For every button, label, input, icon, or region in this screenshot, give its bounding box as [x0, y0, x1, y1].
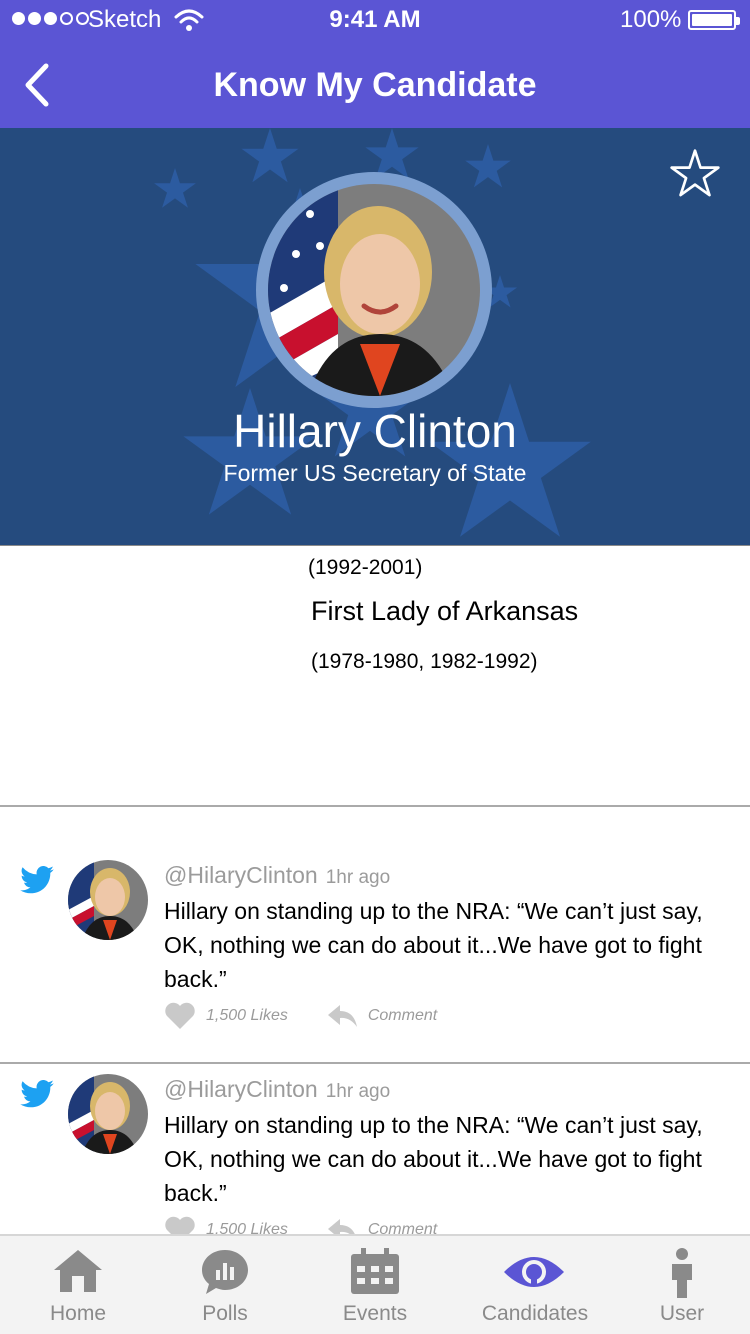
- eye-icon: [504, 1257, 564, 1287]
- twitter-icon: [20, 866, 54, 894]
- tab-label: Candidates: [481, 1302, 589, 1325]
- candidate-avatar: [256, 172, 492, 408]
- like-count: 1,500 Likes: [206, 1221, 288, 1234]
- like-button[interactable]: 1,500 Likes: [164, 1216, 288, 1234]
- comment-button[interactable]: Comment: [326, 1003, 437, 1029]
- twitter-icon: [20, 1080, 54, 1108]
- tab-home[interactable]: Home: [0, 1236, 156, 1334]
- like-count: 1,500 Likes: [206, 1007, 288, 1024]
- heart-icon: [165, 1216, 195, 1234]
- candidate-hero: Hillary Clinton Former US Secretary of S…: [0, 128, 750, 546]
- tab-candidates[interactable]: Candidates: [456, 1236, 614, 1334]
- top-bar: Sketch 9:41 AM 100% Know My Candidate: [0, 0, 750, 128]
- comment-label: Comment: [367, 1221, 438, 1234]
- reply-icon: [327, 1005, 357, 1027]
- tweet-text: Hillary on standing up to the NRA: “We c…: [164, 1112, 703, 1206]
- tweet-avatar[interactable]: [68, 860, 148, 940]
- tab-polls[interactable]: Polls: [156, 1236, 294, 1334]
- career-position: First Lady of Arkansas: [311, 596, 579, 626]
- polls-icon: [202, 1250, 248, 1294]
- career-years: (1992-2001): [308, 556, 423, 579]
- candidate-role: Former US Secretary of State: [223, 460, 527, 486]
- tab-label: Home: [49, 1302, 107, 1325]
- tweet-time: 1hr ago: [325, 1081, 391, 1102]
- comment-button[interactable]: Comment: [326, 1217, 437, 1234]
- heart-icon: [165, 1002, 195, 1029]
- tab-events[interactable]: Events: [294, 1236, 456, 1334]
- tweet-text: Hillary on standing up to the NRA: “We c…: [164, 898, 703, 992]
- tweet-time: 1hr ago: [325, 867, 391, 888]
- tweet-avatar[interactable]: [68, 1074, 148, 1154]
- status-bar: Sketch 9:41 AM 100%: [0, 0, 750, 40]
- tab-label: User: [659, 1302, 705, 1325]
- tab-label: Events: [342, 1302, 408, 1325]
- candidate-name: Hillary Clinton: [233, 405, 517, 457]
- user-icon: [672, 1248, 692, 1298]
- battery-percent: 100%: [620, 6, 682, 33]
- like-button[interactable]: 1,500 Likes: [164, 1002, 288, 1030]
- tweet-handle[interactable]: @HilaryClinton: [164, 1076, 318, 1102]
- calendar-icon: [351, 1248, 399, 1294]
- portrait-image: [268, 184, 480, 396]
- page-title: Know My Candidate: [213, 66, 537, 104]
- tweet-item: @HilaryClinton 1hr ago Hillary on standin…: [0, 1064, 750, 1234]
- tweet-handle[interactable]: @HilaryClinton: [164, 862, 318, 888]
- tab-user[interactable]: User: [614, 1236, 750, 1334]
- tweet-item: @HilaryClinton 1hr ago Hillary on standin…: [0, 850, 750, 1064]
- home-icon: [54, 1250, 102, 1292]
- battery-icon: [688, 10, 740, 30]
- comment-label: Comment: [367, 1007, 438, 1024]
- tab-bar: Home Polls Events Candidates User: [0, 1234, 750, 1334]
- reply-icon: [327, 1219, 355, 1234]
- tab-label: Polls: [202, 1302, 248, 1325]
- career-section: (1992-2001) First Lady of Arkansas (1978…: [0, 546, 750, 807]
- career-years: (1978-1980, 1982-1992): [311, 650, 538, 673]
- tweet-feed[interactable]: @HilaryClinton 1hr ago Hillary on standin…: [0, 808, 750, 1234]
- favorite-star-icon[interactable]: [668, 148, 722, 200]
